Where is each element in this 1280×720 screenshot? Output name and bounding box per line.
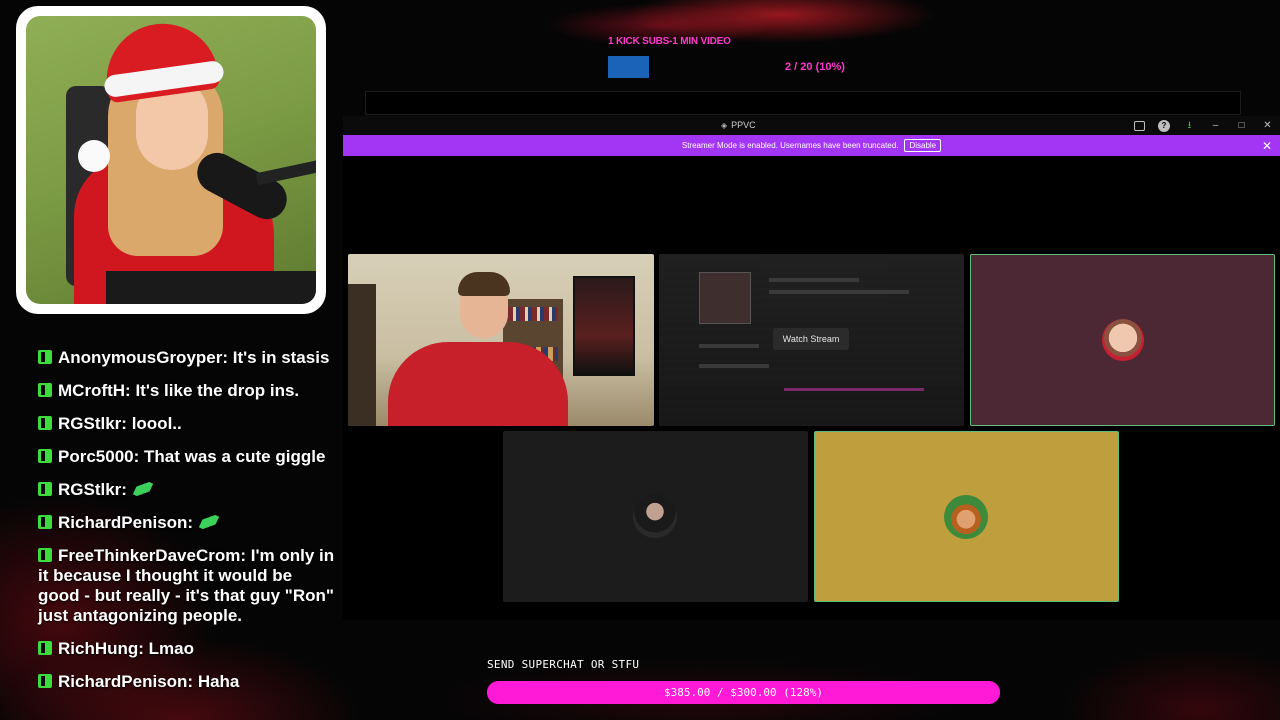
chat-text [127,480,132,499]
participant-avatar [944,495,988,539]
help-icon[interactable]: ? [1158,119,1170,132]
app-title: ◈ PPVC [721,120,756,130]
app-logo-icon: ◈ [721,120,728,130]
kick-icon [38,383,52,397]
chat-text: Lmao [143,639,195,658]
stream-preview-tile[interactable]: Watch Stream [659,254,964,426]
chat-username: RichardPenison [58,513,188,532]
download-icon[interactable]: ⭳ [1183,119,1196,132]
chat-message: RichardPenison: [38,510,338,534]
sub-goal-count: 2 / 20 (10%) [785,61,845,73]
kick-icon [38,548,52,562]
laptop [106,271,316,304]
mic-arm [255,158,316,186]
participant-avatar-tile[interactable] [814,431,1119,602]
chat-message: MCroftH: It's like the drop ins. [38,381,338,401]
inbox-icon[interactable] [1134,120,1145,131]
disable-button[interactable]: Disable [904,139,942,152]
chat-message: RGStlkr: [38,477,338,501]
chat-username: RichardPenison [58,672,188,691]
stream-ui-bar [784,388,924,391]
superchat-label: SEND SUPERCHAT OR STFU [487,658,640,671]
minimize-button[interactable]: – [1209,119,1222,132]
participant-avatar [1102,319,1144,361]
kick-icon [38,674,52,688]
stream-ui-line [769,290,909,294]
chat-text: That was a cute giggle [139,447,326,466]
chat-message: FreeThinkerDaveCrom: I'm only in it beca… [38,546,335,625]
participant-avatar-tile[interactable] [503,431,808,602]
close-window-button[interactable]: ✕ [1261,119,1274,132]
chat-username: RichHung [58,639,139,658]
sub-goal-label: 1 KICK SUBS-1 MIN VIDEO [608,36,731,47]
chat-text: Haha [193,672,240,691]
stream-ui-line [769,278,859,282]
kick-icon [38,416,52,430]
chat-message: AnonymousGroyper: It's in stasis [38,348,338,368]
superchat-amount: $385.00 / $300.00 (128%) [664,686,823,699]
banner-text: Streamer Mode is enabled. Usernames have… [681,141,899,150]
participant-avatar-tile[interactable] [970,254,1275,426]
banner-close-icon[interactable]: ✕ [1262,139,1272,153]
movie-poster [573,276,635,376]
leaf-emote-icon [198,510,219,534]
chat-username: MCroftH [58,381,126,400]
chat-text: It's in stasis [228,348,330,367]
kick-icon [38,482,52,496]
stream-ui-line [699,344,759,348]
stream-ui-line [699,364,769,368]
chat-text: loool.. [126,414,182,433]
chat-message: Porc5000: That was a cute giggle [38,447,338,467]
participant-avatar [633,494,677,538]
stream-thumbnail [699,272,751,324]
chat-message: RGStlkr: loool.. [38,414,338,434]
titlebar: ◈ PPVC ? ⭳ – □ ✕ [343,116,1280,135]
chat-username: FreeThinkerDaveCrom [58,546,241,565]
chat-username: AnonymousGroyper [58,348,223,367]
red-shirt [388,342,568,426]
chat-message: RichHung: Lmao [38,639,338,659]
sub-goal-progress-fill [608,56,649,78]
streamer-webcam [16,6,326,314]
top-strip [365,91,1241,115]
shelf [348,284,376,426]
kick-icon [38,449,52,463]
webcam-feed [26,16,316,304]
app-title-text: PPVC [731,120,756,130]
chat-text [193,513,198,532]
watch-stream-button[interactable]: Watch Stream [773,328,849,350]
chat-username: RGStlkr [58,414,122,433]
titlebar-controls: ? ⭳ – □ ✕ [1134,119,1274,132]
kick-icon [38,515,52,529]
chat-message: RichardPenison: Haha [38,672,338,692]
kick-icon [38,641,52,655]
app-window: ◈ PPVC ? ⭳ – □ ✕ Streamer Mode is enable… [343,116,1280,620]
chat-overlay: AnonymousGroyper: It's in stasis MCroftH… [38,348,338,705]
participant-hair [458,272,510,296]
participant-video-tile[interactable] [348,254,654,426]
chat-username: Porc5000 [58,447,134,466]
superchat-progress-bar: $385.00 / $300.00 (128%) [487,681,1000,704]
maximize-button[interactable]: □ [1235,119,1248,132]
leaf-emote-icon [132,477,153,501]
kick-icon [38,350,52,364]
chat-text: It's like the drop ins. [130,381,300,400]
santa-hat-pompom [78,140,110,172]
chat-username: RGStlkr [58,480,122,499]
streamer-mode-banner: Streamer Mode is enabled. Usernames have… [343,135,1280,156]
